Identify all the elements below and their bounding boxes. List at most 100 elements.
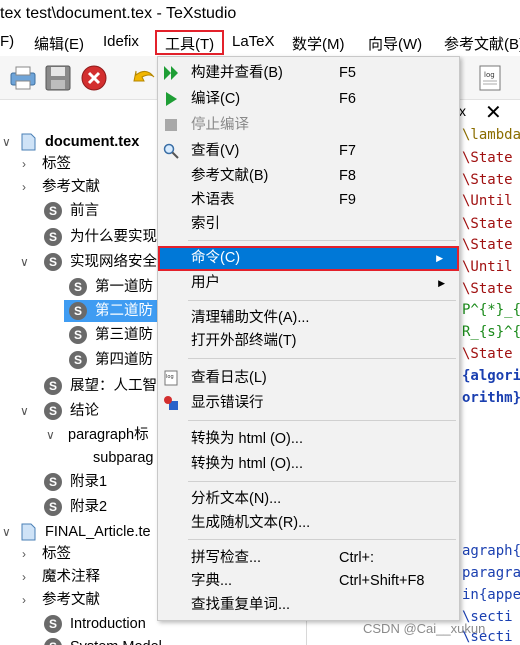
section-icon: S [44, 615, 62, 633]
subsection-icon: S [69, 351, 87, 369]
tree-label: 魔术注释 [42, 569, 100, 585]
menu-tools[interactable]: 工具(T) [155, 30, 225, 55]
menu-bar: F) 编辑(E) Idefix 工具(T) LaTeX 数学(M) 向导(W) … [0, 30, 520, 56]
chevron-down-icon[interactable]: ∨ [20, 400, 29, 422]
menu-separator [188, 539, 456, 540]
print-icon[interactable] [8, 63, 38, 93]
document-icon [21, 133, 36, 151]
chevron-right-icon[interactable]: › [22, 566, 26, 588]
menu-item-open-terminal[interactable]: 打开外部终端(T) [158, 329, 459, 354]
menu-item-analyze-text[interactable]: 分析文本(N)... [158, 487, 459, 512]
svg-text:log: log [484, 71, 495, 79]
save-icon[interactable] [43, 63, 73, 93]
tree-item[interactable]: S System Model [0, 636, 306, 645]
menu-item-stop-compile[interactable]: 停止编译 [158, 113, 459, 138]
menu-wizard[interactable]: 向导(W) [368, 33, 422, 54]
menu-item-convert-html[interactable]: 转换为 html (O)... [158, 427, 459, 452]
tree-label: 参考文献 [42, 179, 100, 195]
menu-item-user[interactable]: 用户 ▶ [158, 271, 459, 296]
chevron-down-icon[interactable]: ∨ [20, 251, 29, 273]
stop-icon [165, 119, 177, 131]
menu-item-commands[interactable]: 命令(C) ▶ [158, 246, 459, 271]
submenu-arrow-icon: ▶ [438, 278, 445, 288]
menu-item-find-duplicate-words[interactable]: 查找重复单词... [158, 593, 459, 618]
menu-math[interactable]: 数学(M) [292, 33, 345, 54]
tree-label: 第三道防 [95, 327, 153, 343]
menu-item-random-text[interactable]: 生成随机文本(R)... [158, 511, 459, 536]
tree-label: 参考文献 [42, 592, 100, 608]
section-icon: S [44, 228, 62, 246]
tree-label: document.tex [45, 134, 140, 150]
code-line: \State [462, 172, 513, 188]
menu-item-compile[interactable]: 编译(C) F6 [158, 87, 459, 112]
close-tab-icon[interactable]: ✕ [485, 100, 502, 125]
menu-item-bibliography[interactable]: 参考文献(B) F8 [158, 164, 459, 189]
tree-label: 第一道防 [95, 279, 153, 295]
watermark: CSDN @Cai__xukun [363, 621, 486, 636]
menu-item-show-error-line[interactable]: 显示错误行 [158, 391, 459, 416]
undo-icon[interactable] [130, 63, 160, 93]
svg-text:log: log [166, 374, 174, 380]
code-line: {algori [462, 368, 520, 384]
chevron-right-icon[interactable]: › [22, 589, 26, 611]
menu-item-build-view[interactable]: 构建并查看(B) F5 [158, 61, 459, 86]
code-line: P^{*}_{ [462, 302, 520, 318]
menu-bibliography[interactable]: 参考文献(B) [444, 33, 520, 54]
menu-file[interactable]: F) [0, 33, 14, 50]
code-line: orithm} [462, 390, 520, 406]
menu-item-dictionary[interactable]: 字典... Ctrl+Shift+F8 [158, 569, 459, 594]
log-icon: log [164, 370, 178, 386]
tree-item-selected[interactable]: S 第二道防 [64, 300, 158, 322]
menu-separator [188, 358, 456, 359]
menu-item-clean-aux[interactable]: 清理辅助文件(A)... [158, 306, 459, 331]
editor-tab-label[interactable]: x [459, 103, 466, 119]
menu-idefix[interactable]: Idefix [103, 33, 139, 50]
section-icon: S [44, 253, 62, 271]
tree-label: 附录2 [70, 499, 108, 515]
code-line: \lambda [462, 127, 520, 143]
title-bar: tex test\document.tex - TeXstudio [0, 0, 520, 30]
menu-separator [188, 481, 456, 482]
menu-separator [188, 240, 456, 241]
tree-label: 标签 [42, 546, 71, 562]
magnifier-icon [163, 143, 179, 159]
chevron-right-icon[interactable]: › [22, 176, 26, 198]
menu-item-view[interactable]: 查看(V) F7 [158, 139, 459, 164]
subsection-icon: S [69, 302, 87, 320]
code-line: \State [462, 237, 513, 253]
menu-separator [188, 300, 456, 301]
tree-label: 实现网络安全 [70, 254, 157, 270]
chevron-right-icon[interactable]: › [22, 153, 26, 175]
window-title: tex test\document.tex - TeXstudio [0, 5, 237, 22]
code-line: in{appe [462, 587, 520, 603]
tree-label: 第二道防 [95, 303, 153, 319]
subsection-icon: S [69, 278, 87, 296]
code-line: R_{s}^{ [462, 324, 520, 340]
tree-label: 标签 [42, 156, 71, 172]
menu-item-glossary[interactable]: 术语表 F9 [158, 188, 459, 213]
log-icon[interactable]: log [475, 63, 505, 93]
chevron-right-icon[interactable]: › [22, 543, 26, 565]
code-line: paragra [462, 565, 520, 581]
menu-latex[interactable]: LaTeX [232, 33, 275, 50]
submenu-arrow-icon: ▶ [436, 253, 443, 263]
menu-item-spell-check[interactable]: 拼写检查... Ctrl+: [158, 546, 459, 571]
tree-label: 结论 [70, 403, 99, 419]
menu-edit[interactable]: 编辑(E) [34, 33, 84, 54]
compile-icon [166, 92, 177, 106]
close-document-icon[interactable] [79, 63, 109, 93]
tree-label: subparag [93, 450, 154, 466]
menu-separator [188, 420, 456, 421]
section-icon: S [44, 498, 62, 516]
menu-item-index[interactable]: 索引 [158, 212, 459, 237]
section-icon: S [44, 402, 62, 420]
tree-label: Introduction [70, 616, 146, 632]
chevron-down-icon[interactable]: ∨ [46, 424, 55, 446]
chevron-down-icon[interactable]: ∨ [2, 131, 11, 153]
tree-label: 前言 [70, 203, 99, 219]
tree-label: 为什么要实现 [70, 229, 157, 245]
menu-item-view-log[interactable]: log 查看日志(L) [158, 366, 459, 391]
tools-menu: 构建并查看(B) F5 编译(C) F6 停止编译 查看(V) F7 参考文献(… [157, 56, 460, 621]
menu-item-convert-html-2[interactable]: 转换为 html (O)... [158, 452, 459, 477]
chevron-down-icon[interactable]: ∨ [2, 521, 11, 543]
